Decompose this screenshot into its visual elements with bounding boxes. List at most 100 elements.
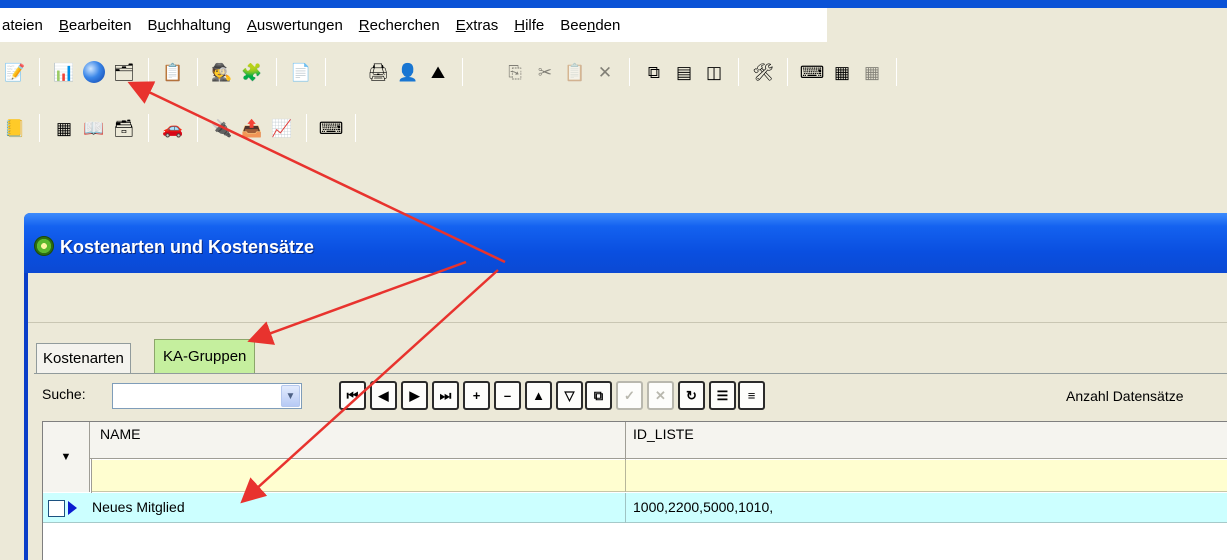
contacts-icon[interactable]: 📒: [2, 115, 28, 141]
toolbar-separator: [276, 58, 277, 86]
menu-bar: ateien Bearbeiten Buchhaltung Auswertung…: [0, 8, 827, 42]
menu-bearbeiten[interactable]: Bearbeiten: [51, 17, 140, 34]
cascade-windows-icon[interactable]: ⧉: [641, 59, 667, 85]
tools-icon[interactable]: 🛠: [750, 59, 776, 85]
next-record-button[interactable]: ▶: [401, 381, 428, 410]
search-label: Suche:: [42, 386, 86, 402]
tab-kostenarten[interactable]: Kostenarten: [36, 343, 131, 373]
toolbar-separator: [355, 114, 356, 142]
tab-panel: Suche: ▼ ⏮ ◀ ▶ ⏭ + – ▲ ▽ ⧉ ✓ ✕ ↻ ☰ ≡ Anz…: [34, 374, 1227, 560]
tree-icon[interactable]: 🗃: [111, 115, 137, 141]
tile-vertical-icon[interactable]: ◫: [701, 59, 727, 85]
toolbar-separator: [306, 114, 307, 142]
row-header-divider: [91, 459, 92, 493]
table-row[interactable]: Neues Mitglied 1000,2200,5000,1010,: [43, 493, 1227, 523]
menu-auswertungen[interactable]: Auswertungen: [239, 17, 351, 34]
export-icon[interactable]: 📤: [239, 115, 265, 141]
delete-icon[interactable]: ✕: [592, 59, 618, 85]
column-header-id-liste[interactable]: ID_LISTE: [633, 426, 694, 442]
tile-horizontal-icon[interactable]: ▤: [671, 59, 697, 85]
menu-buchhaltung[interactable]: Buchhaltung: [139, 17, 238, 34]
insert-list-icon[interactable]: ☰: [709, 381, 736, 410]
record-count-label: Anzahl Datensätze: [1066, 388, 1184, 404]
edit-form-icon[interactable]: 📝: [2, 59, 28, 85]
document-icon[interactable]: 📄: [288, 59, 314, 85]
report-icon[interactable]: 📈: [269, 115, 295, 141]
copy-record-icon[interactable]: ⧉: [585, 381, 612, 410]
user-edit-icon[interactable]: 👤: [395, 59, 421, 85]
kostenarten-window: Kostenarten und Kostensätze Kostenarten …: [24, 213, 1227, 560]
table-icon[interactable]: ▦: [859, 59, 885, 85]
toolbar-separator: [148, 58, 149, 86]
cancel-edit-icon[interactable]: ✕: [647, 381, 674, 410]
landscape-icon[interactable]: ⛰: [425, 59, 451, 85]
car-icon[interactable]: 🚗: [160, 115, 186, 141]
delete-record-button[interactable]: –: [494, 381, 521, 410]
column-divider: [625, 460, 626, 492]
printer-icon[interactable]: 🖨: [365, 59, 391, 85]
toolbar-separator: [39, 58, 40, 86]
window-title: Kostenarten und Kostensätze: [60, 237, 315, 257]
toolbar-separator: [148, 114, 149, 142]
data-grid: ▼ NAME ID_LISTE Neues Mitglied 1000,2200…: [42, 421, 1227, 560]
chart-icon[interactable]: 📊: [51, 59, 77, 85]
window-body: Kostenarten KA-Gruppen Suche: ▼ ⏮ ◀ ▶ ⏭ …: [28, 273, 1227, 560]
menu-dateien[interactable]: ateien: [0, 17, 51, 34]
title-bar-edge: [0, 0, 1227, 8]
list-config-icon[interactable]: 📋: [160, 59, 186, 85]
row-checkbox[interactable]: [48, 500, 65, 517]
save-record-icon[interactable]: ✓: [616, 381, 643, 410]
record-navigation: ⏮ ◀ ▶ ⏭ + – ▲ ▽ ⧉ ✓ ✕ ↻ ☰ ≡: [339, 381, 769, 410]
first-record-button[interactable]: ⏮: [339, 381, 366, 410]
globe-icon[interactable]: [81, 59, 107, 85]
edit-record-button[interactable]: ▲: [525, 381, 552, 410]
copy-icon[interactable]: ⎘: [502, 59, 528, 85]
secondary-toolbar: 📒 ▦ 📖 🗃 🚗 🔌 📤 📈 ⌨: [0, 108, 470, 148]
chevron-down-icon[interactable]: ▼: [281, 385, 300, 407]
column-header-name[interactable]: NAME: [100, 426, 140, 442]
toolbar-separator: [197, 114, 198, 142]
toolbar-separator: [39, 114, 40, 142]
grid-header: ▼ NAME ID_LISTE: [43, 422, 1227, 492]
current-row-pointer-icon: [68, 501, 77, 515]
plug-icon[interactable]: 🔌: [209, 115, 235, 141]
cell-name[interactable]: Neues Mitglied: [92, 499, 185, 515]
book-icon[interactable]: 📖: [81, 115, 107, 141]
keyboard-icon[interactable]: ⌨: [799, 59, 825, 85]
toolbar-separator: [325, 58, 326, 86]
filter-row[interactable]: [91, 460, 1227, 492]
window-strip: [28, 273, 1227, 323]
puzzle-icon[interactable]: 🧩: [239, 59, 265, 85]
cut-icon[interactable]: ✂: [532, 59, 558, 85]
toolbar-separator: [462, 58, 463, 86]
toolbar-separator: [629, 58, 630, 86]
main-toolbar: 📝 📊 🗂 📋 🕵 🧩 📄 🖨 👤 ⛰ ⎘ ✂ 📋 ✕ ⧉ ▤ ◫ 🛠 ⌨ ▦ …: [0, 52, 1227, 92]
person-icon[interactable]: 🕵: [209, 59, 235, 85]
toolbar-separator: [787, 58, 788, 86]
menu-hilfe[interactable]: Hilfe: [506, 17, 552, 34]
paste-icon[interactable]: 📋: [562, 59, 588, 85]
menu-extras[interactable]: Extras: [448, 17, 507, 34]
menu-beenden[interactable]: Beenden: [552, 17, 628, 34]
filter-icon[interactable]: ▽: [556, 381, 583, 410]
tab-ka-gruppen[interactable]: KA-Gruppen: [154, 339, 256, 373]
properties-icon[interactable]: 🗂: [111, 59, 137, 85]
window-title-bar[interactable]: Kostenarten und Kostensätze: [24, 213, 1227, 273]
table-grid-icon[interactable]: ▦: [51, 115, 77, 141]
menu-recherchen[interactable]: Recherchen: [351, 17, 448, 34]
toolbar-separator: [197, 58, 198, 86]
column-divider: [625, 493, 626, 523]
cell-id-liste[interactable]: 1000,2200,5000,1010,: [633, 499, 773, 515]
toolbar-separator: [738, 58, 739, 86]
app-icon: [34, 236, 54, 256]
xml-icon[interactable]: ▦: [829, 59, 855, 85]
refresh-icon[interactable]: ↻: [678, 381, 705, 410]
select-all-dropdown[interactable]: ▼: [43, 422, 90, 492]
terminal-icon[interactable]: ⌨: [318, 115, 344, 141]
last-record-button[interactable]: ⏭: [432, 381, 459, 410]
add-record-button[interactable]: +: [463, 381, 490, 410]
search-combobox[interactable]: ▼: [112, 383, 302, 409]
add-list-icon[interactable]: ≡: [738, 381, 765, 410]
toolbar-separator: [896, 58, 897, 86]
previous-record-button[interactable]: ◀: [370, 381, 397, 410]
